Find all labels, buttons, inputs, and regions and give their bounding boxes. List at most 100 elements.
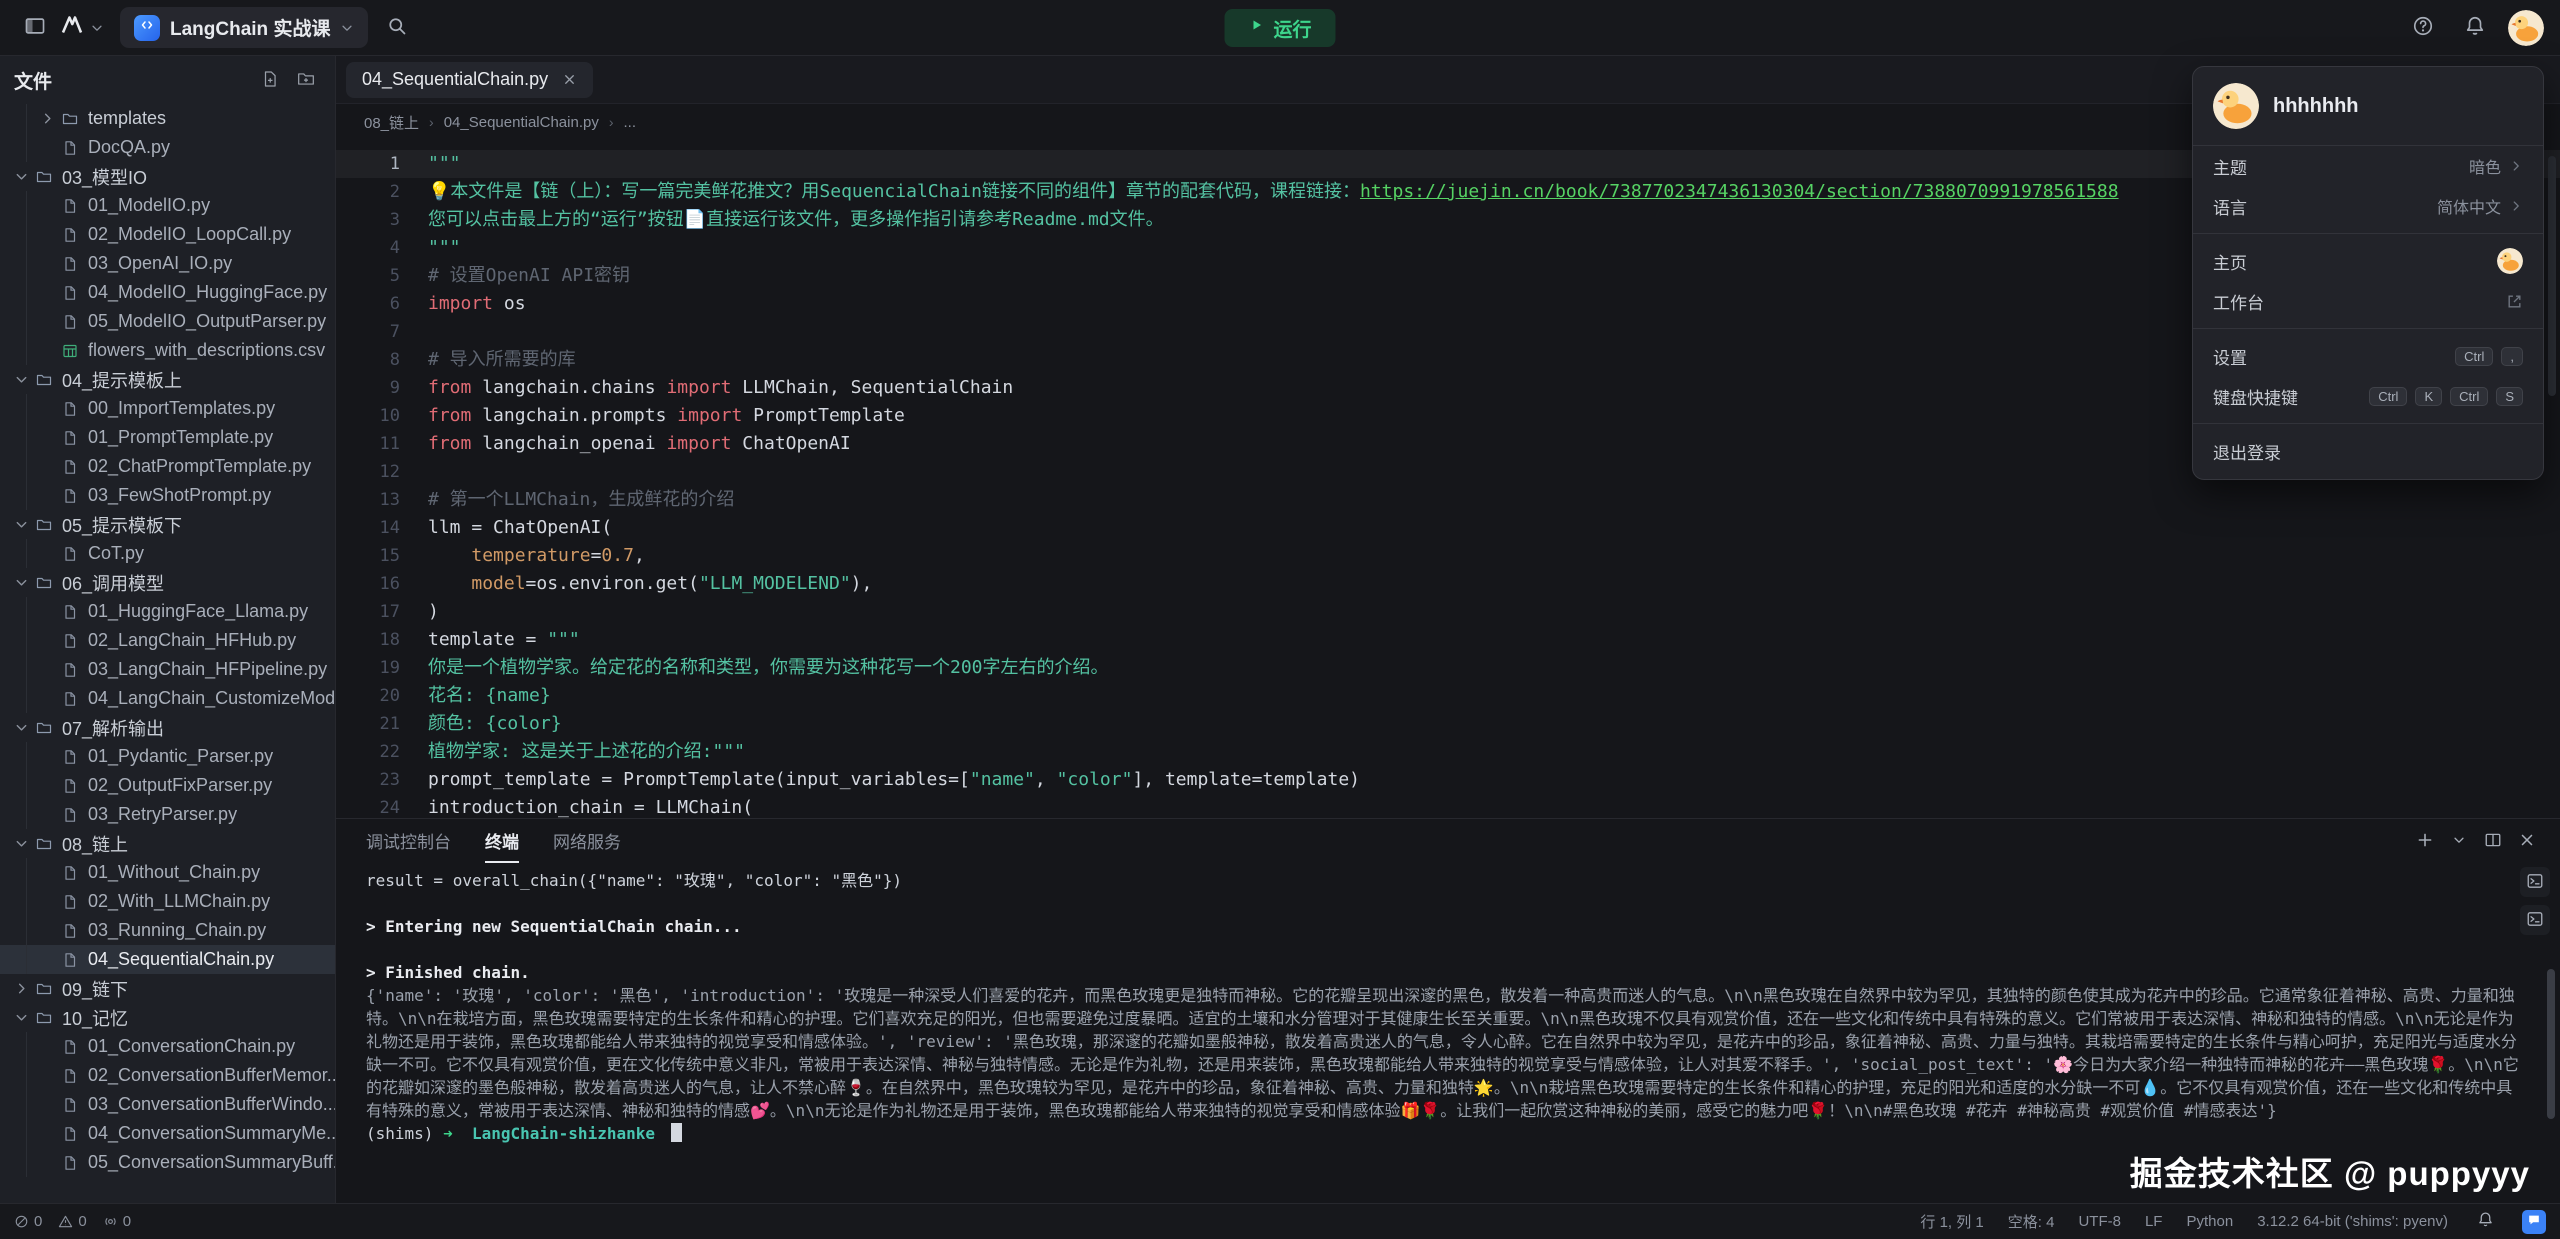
terminal-tab-调试控制台[interactable]: 调试控制台 [366, 819, 451, 863]
tree-folder[interactable]: 04_提示模板上 [0, 365, 335, 394]
tree-file[interactable]: 02_LangChain_HFHub.py [0, 626, 335, 655]
chevron-down-icon[interactable] [14, 517, 36, 532]
tree-file[interactable]: 04_ConversationSummaryMe... [0, 1119, 335, 1148]
tree-folder[interactable]: 08_链上 [0, 829, 335, 858]
tree-folder[interactable]: 10_记忆 [0, 1003, 335, 1032]
close-tab-icon[interactable] [562, 72, 577, 87]
marscode-logo-icon [60, 13, 84, 42]
tree-folder[interactable]: templates [0, 104, 335, 133]
status-error[interactable]: 0 [14, 1213, 42, 1230]
chevron-right-icon[interactable] [40, 111, 62, 126]
tree-file[interactable]: 03_Running_Chain.py [0, 916, 335, 945]
tree-folder[interactable]: 09_链下 [0, 974, 335, 1003]
sidebar-toggle-button[interactable] [16, 9, 54, 47]
terminal-picker-button[interactable] [2444, 826, 2474, 856]
tree-file[interactable]: CoT.py [0, 539, 335, 568]
tree-file[interactable]: flowers_with_descriptions.csv [0, 336, 335, 365]
menu-item-home[interactable]: 主页 [2193, 241, 2543, 281]
status-item[interactable]: Python [2186, 1213, 2233, 1230]
terminal-tab-终端[interactable]: 终端 [485, 819, 519, 863]
chevron-right-icon[interactable] [14, 981, 36, 996]
new-file-button[interactable] [255, 65, 285, 95]
tree-file[interactable]: 05_ModelIO_OutputParser.py [0, 307, 335, 336]
split-panel-button[interactable] [2478, 826, 2508, 856]
app-logo[interactable] [60, 13, 104, 42]
chevron-down-icon[interactable] [14, 169, 36, 184]
tree-file[interactable]: 03_FewShotPrompt.py [0, 481, 335, 510]
tree-file[interactable]: 03_OpenAI_IO.py [0, 249, 335, 278]
tree-file[interactable]: 01_HuggingFace_Llama.py [0, 597, 335, 626]
tree-file[interactable]: 02_With_LLMChain.py [0, 887, 335, 916]
chevron-down-icon[interactable] [14, 836, 36, 851]
tree-file[interactable]: 03_RetryParser.py [0, 800, 335, 829]
feedback-button[interactable] [2522, 1210, 2546, 1234]
tree-file[interactable]: 01_Without_Chain.py [0, 858, 335, 887]
open-terminal-editor-button[interactable] [2520, 867, 2550, 897]
tree-file[interactable]: 01_ModelIO.py [0, 191, 335, 220]
help-button[interactable] [2404, 9, 2442, 47]
warning-icon [58, 1214, 73, 1229]
status-item[interactable]: LF [2145, 1213, 2163, 1230]
status-warning[interactable]: 0 [58, 1213, 86, 1230]
notifications-button[interactable] [2456, 9, 2494, 47]
tree-file[interactable]: 02_ModelIO_LoopCall.py [0, 220, 335, 249]
indent-guide [14, 1148, 40, 1177]
tree-file[interactable]: 01_PromptTemplate.py [0, 423, 335, 452]
status-notifications-button[interactable] [2472, 1209, 2498, 1235]
menu-item-workspace[interactable]: 工作台 [2193, 281, 2543, 321]
breadcrumb-item[interactable]: 04_SequentialChain.py [444, 114, 599, 131]
help-icon [2412, 15, 2434, 40]
menu-item-language[interactable]: 语言简体中文 [2193, 186, 2543, 226]
breadcrumb-item[interactable]: 08_链上 [364, 112, 419, 133]
status-item[interactable]: 空格: 4 [2008, 1211, 2055, 1232]
new-terminal-button[interactable] [2410, 826, 2440, 856]
run-button[interactable]: 运行 [1224, 9, 1335, 47]
tree-folder[interactable]: 03_模型IO [0, 162, 335, 191]
menu-item-logout[interactable]: 退出登录 [2193, 431, 2543, 471]
editor-scrollbar[interactable] [2548, 156, 2556, 396]
tree-file[interactable]: 01_Pydantic_Parser.py [0, 742, 335, 771]
tree-file[interactable]: 04_ModelIO_HuggingFace.py [0, 278, 335, 307]
tree-file[interactable]: 04_LangChain_CustomizeMod... [0, 684, 335, 713]
menu-item-shortcuts[interactable]: 键盘快捷键CtrlKCtrlS [2193, 376, 2543, 416]
status-item[interactable]: 行 1, 列 1 [1920, 1211, 1983, 1232]
tree-file[interactable]: 02_OutputFixParser.py [0, 771, 335, 800]
status-item[interactable]: UTF-8 [2078, 1213, 2121, 1230]
editor-tab[interactable]: 04_SequentialChain.py [346, 62, 593, 98]
terminal-tab-网络服务[interactable]: 网络服务 [553, 819, 621, 863]
user-avatar[interactable] [2508, 10, 2544, 46]
menu-item-label: 工作台 [2213, 289, 2264, 314]
tree-folder[interactable]: 07_解析输出 [0, 713, 335, 742]
search-button[interactable] [378, 9, 416, 47]
chevron-down-icon[interactable] [14, 575, 36, 590]
terminal-line [366, 938, 2524, 961]
status-item[interactable]: 3.12.2 64-bit ('shims': pyenv) [2257, 1213, 2448, 1230]
tree-folder[interactable]: 05_提示模板下 [0, 510, 335, 539]
tree-folder[interactable]: 06_调用模型 [0, 568, 335, 597]
tree-file[interactable]: DocQA.py [0, 133, 335, 162]
status-ports[interactable]: 0 [103, 1213, 131, 1230]
tree-item-label: CoT.py [88, 543, 144, 564]
chevron-down-icon[interactable] [14, 1010, 36, 1025]
tree-file[interactable]: 03_LangChain_HFPipeline.py [0, 655, 335, 684]
close-panel-button[interactable] [2512, 826, 2542, 856]
tree-file[interactable]: 00_ImportTemplates.py [0, 394, 335, 423]
menu-item-settings[interactable]: 设置Ctrl, [2193, 336, 2543, 376]
chevron-down-icon[interactable] [14, 720, 36, 735]
code-text: 颜色: {color} [400, 710, 562, 738]
tree-file[interactable]: 04_SequentialChain.py [0, 945, 335, 974]
run-wrap: 运行 [1224, 0, 1335, 56]
tree-file[interactable]: 05_ConversationSummaryBuff... [0, 1148, 335, 1177]
chevron-down-icon[interactable] [14, 372, 36, 387]
terminal-scrollbar[interactable] [2547, 969, 2555, 1119]
tree-file[interactable]: 03_ConversationBufferWindo... [0, 1090, 335, 1119]
tree-file[interactable]: 02_ChatPromptTemplate.py [0, 452, 335, 481]
project-switcher[interactable]: LangChain 实战课 [120, 7, 368, 48]
new-folder-button[interactable] [291, 65, 321, 95]
toggle-panel-button[interactable] [2520, 905, 2550, 935]
menu-item-theme[interactable]: 主题暗色 [2193, 146, 2543, 186]
tree-file[interactable]: 01_ConversationChain.py [0, 1032, 335, 1061]
tree-file[interactable]: 02_ConversationBufferMemor... [0, 1061, 335, 1090]
code-text [400, 318, 428, 346]
breadcrumb-item[interactable]: ... [624, 114, 637, 131]
